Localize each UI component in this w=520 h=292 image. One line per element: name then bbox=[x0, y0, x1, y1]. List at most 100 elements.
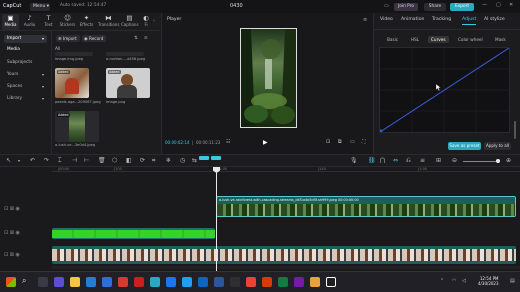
fit-icon[interactable]: ⊡ bbox=[326, 139, 330, 145]
app-icon[interactable] bbox=[182, 277, 192, 287]
powerpoint-icon[interactable] bbox=[262, 277, 272, 287]
subtab-color-wheel[interactable]: Color wheel bbox=[455, 36, 486, 43]
tool-stickers[interactable]: ☺ Stickers bbox=[59, 14, 76, 30]
notification-icon[interactable]: ▤ bbox=[510, 278, 515, 284]
record-button[interactable]: ◉ Record bbox=[82, 35, 106, 42]
export-button[interactable]: Export bbox=[450, 2, 474, 11]
app-icon[interactable] bbox=[118, 277, 128, 287]
app-icon[interactable] bbox=[150, 277, 160, 287]
onenote-icon[interactable] bbox=[294, 277, 304, 287]
layout-icon[interactable]: ▭ bbox=[384, 3, 389, 9]
volume-icon[interactable]: ◁ bbox=[462, 278, 466, 284]
subtab-basic[interactable]: Basic bbox=[384, 36, 401, 43]
save-preset-button[interactable]: Save as preset bbox=[448, 142, 481, 150]
search-icon[interactable]: ⌕ bbox=[22, 276, 26, 286]
media-thumb[interactable]: Added bbox=[106, 68, 150, 98]
crop-icon[interactable]: ⧉ bbox=[338, 139, 342, 145]
crop-icon[interactable]: ⌗ bbox=[152, 157, 155, 165]
teams-icon[interactable] bbox=[54, 277, 64, 287]
redo-icon[interactable]: ↷ bbox=[44, 157, 49, 164]
system-clock[interactable]: 12:54 PM 4/30/2023 bbox=[478, 276, 499, 286]
sidebar-item-subprojects[interactable]: Subprojects bbox=[4, 59, 47, 67]
preview-axis-icon[interactable]: ⎌ bbox=[406, 157, 411, 165]
select-icon[interactable]: ↖ bbox=[6, 157, 11, 164]
zoom-out-icon[interactable]: ⊖ bbox=[452, 157, 457, 164]
app-icon[interactable] bbox=[230, 277, 240, 287]
sidebar-item-spaces[interactable]: Spaces ▾ bbox=[4, 83, 47, 91]
maximize-icon[interactable]: ▢ bbox=[496, 2, 501, 8]
sort-icon[interactable]: ⇅ bbox=[134, 36, 138, 41]
sidebar-item-library[interactable]: Library ▾ bbox=[4, 95, 47, 103]
timeline-clip-people[interactable] bbox=[52, 246, 516, 264]
chevron-down-icon[interactable]: ▾ bbox=[18, 158, 20, 163]
tray-chevron-icon[interactable]: ⌃ bbox=[440, 278, 444, 284]
app-icon[interactable] bbox=[310, 277, 320, 287]
ratio-icon[interactable]: ▭ bbox=[350, 139, 355, 145]
magnet-icon[interactable]: ⋂ bbox=[380, 157, 385, 164]
tool-media[interactable]: ▣ Media bbox=[2, 14, 19, 30]
import-button[interactable]: ⊕ Import bbox=[56, 35, 80, 42]
zoom-slider-handle[interactable] bbox=[496, 159, 500, 163]
delete-icon[interactable]: 🗑 bbox=[98, 157, 106, 164]
video-preview[interactable] bbox=[241, 29, 296, 127]
rotate-icon[interactable]: ⟳ bbox=[140, 157, 145, 164]
share-button[interactable]: Share bbox=[424, 2, 446, 11]
media-thumb[interactable] bbox=[106, 52, 144, 56]
sidebar-item-yours[interactable]: Yours ▾ bbox=[4, 71, 47, 79]
subtab-curves[interactable]: Curves bbox=[428, 36, 449, 43]
windows-start-icon[interactable] bbox=[6, 277, 16, 287]
facebook-icon[interactable] bbox=[166, 277, 176, 287]
timeline-scrollbar[interactable] bbox=[52, 266, 520, 269]
marker-icon[interactable]: ⬡ bbox=[112, 157, 117, 164]
chrome-icon[interactable] bbox=[246, 277, 256, 287]
excel-icon[interactable] bbox=[278, 277, 288, 287]
undo-icon[interactable]: ↶ bbox=[30, 157, 35, 164]
sidebar-item-media[interactable]: Media bbox=[4, 46, 47, 54]
sidebar-item-import[interactable]: Import ▾ bbox=[4, 35, 47, 43]
project-title[interactable]: 0430 bbox=[230, 3, 243, 9]
snap-icon[interactable]: ⇔ bbox=[393, 157, 398, 164]
menu-icon[interactable]: ≡ bbox=[363, 17, 367, 23]
media-thumb[interactable] bbox=[55, 52, 93, 56]
center-icon[interactable]: ≡ bbox=[420, 157, 425, 164]
zoom-slider[interactable] bbox=[463, 161, 499, 162]
tab-animation[interactable]: Animation bbox=[401, 17, 424, 22]
timeline-clip-green[interactable] bbox=[52, 230, 215, 238]
zoom-in-icon[interactable]: ⊕ bbox=[506, 157, 511, 164]
curve-editor[interactable] bbox=[379, 47, 510, 133]
track-lock-icon[interactable]: ⊡ ⊠ ◉ bbox=[4, 252, 20, 258]
file-explorer-icon[interactable] bbox=[70, 277, 80, 287]
tab-tracking[interactable]: Tracking bbox=[432, 17, 451, 22]
play-button[interactable]: ▶ bbox=[263, 139, 268, 146]
tool-audio[interactable]: ♪ Audio bbox=[21, 14, 38, 30]
speed-icon[interactable]: ◷ bbox=[180, 157, 185, 164]
adobe-icon[interactable] bbox=[134, 277, 144, 287]
media-thumb[interactable]: Added bbox=[55, 111, 99, 142]
playhead[interactable] bbox=[216, 167, 217, 271]
edge-icon[interactable] bbox=[86, 277, 96, 287]
subtab-mask[interactable]: Mask bbox=[492, 36, 509, 43]
freeze-icon[interactable]: ❄ bbox=[166, 157, 171, 164]
tab-video[interactable]: Video bbox=[380, 17, 393, 22]
media-thumb[interactable]: Added bbox=[55, 68, 89, 98]
apply-all-button[interactable]: Apply to all bbox=[484, 142, 511, 150]
capcut-icon[interactable] bbox=[326, 277, 336, 287]
linkedin-icon[interactable] bbox=[198, 277, 208, 287]
store-icon[interactable] bbox=[102, 277, 112, 287]
microphone-icon[interactable]: 🎙 bbox=[350, 157, 358, 164]
tool-effects[interactable]: ✦ Effects bbox=[78, 14, 95, 30]
close-icon[interactable]: ✕ bbox=[509, 2, 513, 8]
reverse-icon[interactable]: ⇆ bbox=[192, 157, 197, 164]
subtitle-icon[interactable]: ⊞ bbox=[436, 157, 441, 164]
task-view-icon[interactable] bbox=[38, 277, 48, 287]
filter-icon[interactable]: ≡ bbox=[144, 36, 148, 41]
track-lock-icon[interactable]: ⊡ ⊠ ◉ bbox=[4, 230, 20, 236]
timeline-clip-main[interactable]: a-lush-ve-rainforest-with-cascading-stre… bbox=[216, 196, 516, 217]
tool-captions[interactable]: ▤ Captions bbox=[121, 14, 139, 30]
minimize-icon[interactable]: — bbox=[482, 2, 487, 8]
mirror-icon[interactable]: ◧ bbox=[126, 157, 132, 164]
tool-transitions[interactable]: ⧓ Transitions bbox=[98, 14, 119, 30]
tab-ai-stylize[interactable]: AI stylize bbox=[484, 17, 505, 22]
tool-text[interactable]: T Text bbox=[40, 14, 57, 30]
split-right-icon[interactable]: ⊢ bbox=[84, 157, 89, 164]
